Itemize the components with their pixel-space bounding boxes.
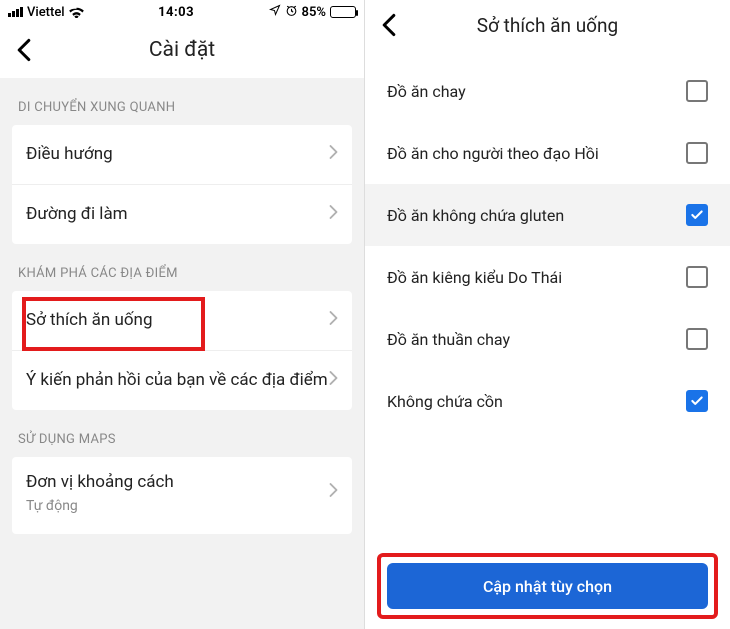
preference-row[interactable]: Đồ ăn kiêng kiểu Do Thái	[365, 246, 730, 308]
battery-pct-label: 85%	[302, 5, 326, 20]
preference-label: Đồ ăn thuần chay	[387, 330, 686, 349]
update-button-highlight: Cập nhật tùy chọn	[377, 553, 718, 619]
row-navigation[interactable]: Điều hướng	[12, 125, 352, 185]
alarm-icon	[285, 4, 298, 21]
back-button[interactable]	[365, 1, 413, 49]
preference-checkbox[interactable]	[686, 204, 708, 226]
preference-row[interactable]: Đồ ăn không chứa gluten	[365, 184, 730, 246]
back-button[interactable]	[0, 26, 48, 74]
row-food-preferences-label: Sở thích ăn uống	[26, 309, 329, 332]
preference-label: Đồ ăn không chứa gluten	[387, 206, 686, 225]
page-title: Sở thích ăn uống	[365, 14, 730, 37]
update-button-label: Cập nhật tùy chọn	[483, 577, 612, 596]
carrier-label: Viettel	[27, 5, 65, 20]
chevron-right-icon	[329, 204, 338, 224]
preference-row[interactable]: Đồ ăn thuần chay	[365, 308, 730, 370]
preference-list: Đồ ăn chay Đồ ăn cho người theo đạo Hồi Đồ…	[365, 50, 730, 553]
preference-label: Đồ ăn kiêng kiểu Do Thái	[387, 268, 686, 287]
row-commute-label: Đường đi làm	[26, 203, 329, 226]
preference-label: Không chứa cồn	[387, 392, 686, 411]
section-explore: KHÁM PHÁ CÁC ĐỊA ĐIỂM	[0, 244, 364, 291]
row-distance-units-label: Đơn vị khoảng cách	[26, 471, 329, 494]
row-food-preferences[interactable]: Sở thích ăn uống	[12, 291, 352, 351]
header: Sở thích ăn uống	[365, 0, 730, 50]
preference-row[interactable]: Đồ ăn cho người theo đạo Hồi	[365, 122, 730, 184]
location-icon	[269, 4, 281, 20]
signal-icon	[8, 7, 23, 17]
preference-row[interactable]: Đồ ăn chay	[365, 60, 730, 122]
status-bar: Viettel 14:03 85%	[0, 0, 364, 22]
header: Cài đặt	[0, 22, 364, 78]
preference-label: Đồ ăn chay	[387, 82, 686, 101]
row-distance-units-sublabel: Tự động	[26, 498, 329, 514]
preference-row[interactable]: Không chứa cồn	[365, 370, 730, 432]
section-using-maps: SỬ DỤNG MAPS	[0, 410, 364, 457]
battery-icon	[330, 6, 356, 18]
chevron-right-icon	[329, 482, 338, 502]
preference-checkbox[interactable]	[686, 142, 708, 164]
chevron-right-icon	[329, 144, 338, 164]
preference-label: Đồ ăn cho người theo đạo Hồi	[387, 144, 686, 163]
chevron-right-icon	[329, 370, 338, 390]
section-getting-around: DI CHUYỂN XUNG QUANH	[0, 78, 364, 125]
row-distance-units[interactable]: Đơn vị khoảng cách Tự động	[12, 457, 352, 534]
clock-label: 14:03	[84, 5, 269, 20]
page-title: Cài đặt	[0, 38, 364, 62]
phone-settings: Viettel 14:03 85% Cài đặt DI CHUYỂN XUNG…	[0, 0, 365, 629]
update-button[interactable]: Cập nhật tùy chọn	[387, 563, 708, 609]
row-commute[interactable]: Đường đi làm	[12, 185, 352, 244]
preference-checkbox[interactable]	[686, 328, 708, 350]
preference-checkbox[interactable]	[686, 80, 708, 102]
row-navigation-label: Điều hướng	[26, 143, 329, 166]
settings-body: DI CHUYỂN XUNG QUANH Điều hướng Đường đi…	[0, 78, 364, 629]
row-place-feedback-label: Ý kiến phản hồi của bạn về các địa điểm	[26, 369, 329, 392]
phone-food-preferences: Sở thích ăn uống Đồ ăn chay Đồ ăn cho ngư…	[365, 0, 730, 629]
row-place-feedback[interactable]: Ý kiến phản hồi của bạn về các địa điểm	[12, 351, 352, 410]
chevron-right-icon	[329, 310, 338, 330]
wifi-icon	[69, 7, 84, 18]
preference-checkbox[interactable]	[686, 266, 708, 288]
preference-checkbox[interactable]	[686, 390, 708, 412]
